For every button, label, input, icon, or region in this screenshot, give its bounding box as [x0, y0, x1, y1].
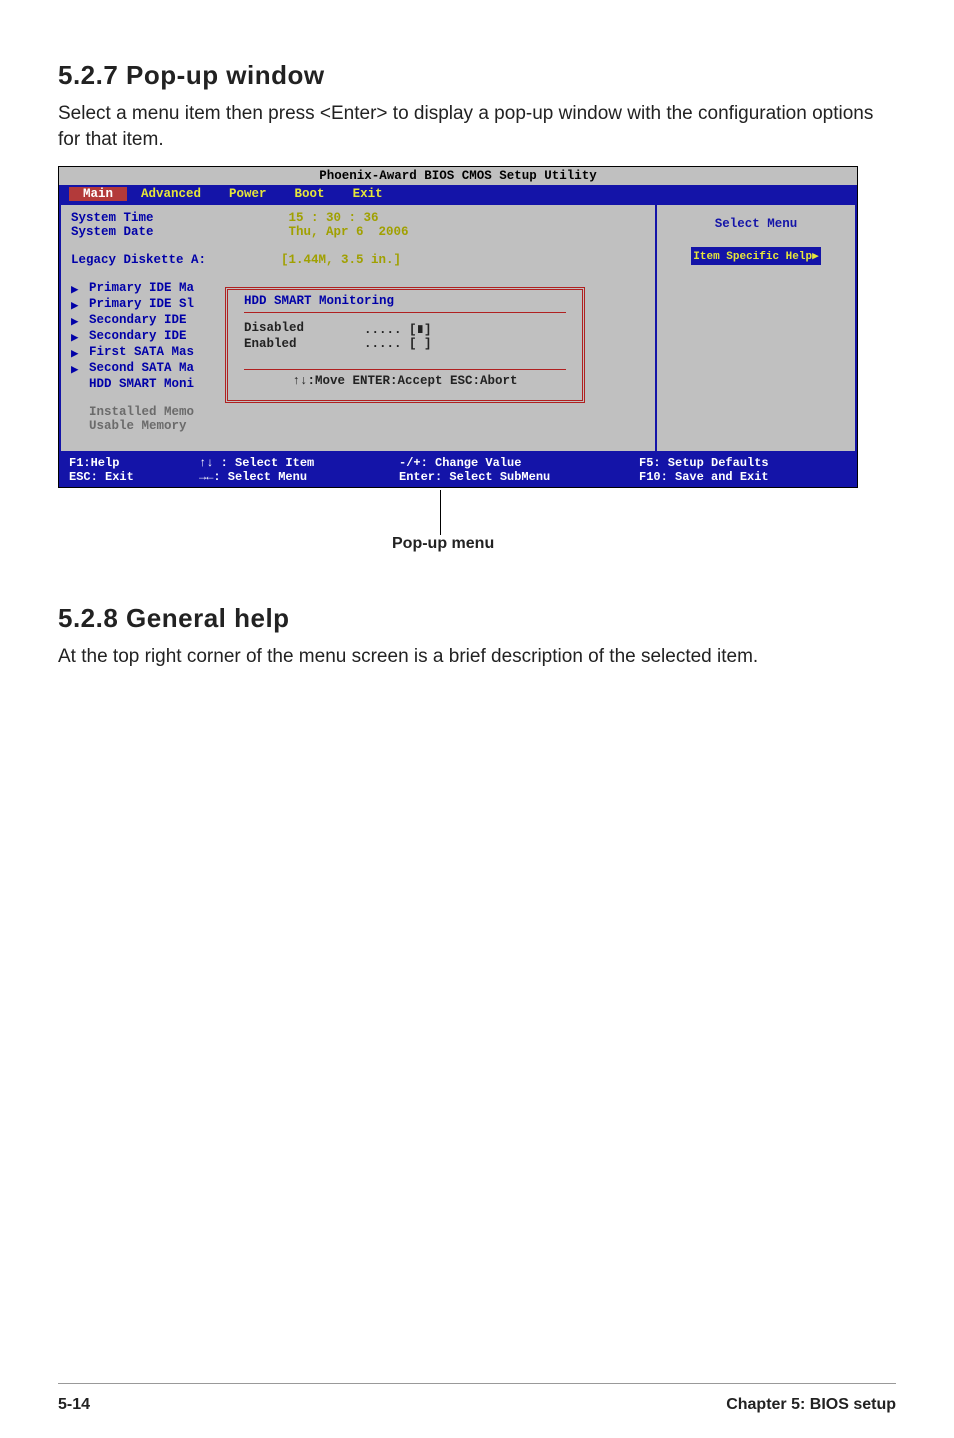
list-item: Installed Memo: [89, 405, 194, 419]
section-527-para: Select a menu item then press <Enter> to…: [58, 101, 896, 152]
arrow-icon: ▶: [71, 361, 83, 377]
sysdate-value: Thu, Apr 6 2006: [281, 225, 409, 239]
popup-footer: ↑↓:Move ENTER:Accept ESC:Abort: [244, 369, 566, 388]
foot-save-exit: F10: Save and Exit: [639, 470, 847, 484]
arrow-icon: ▶: [71, 329, 83, 345]
callout-label: Pop-up menu: [392, 535, 494, 553]
popup-opt-enabled-mark: ..... [ ]: [364, 337, 432, 351]
list-item: Secondary IDE: [89, 329, 187, 345]
section-528-heading: 5.2.8 General help: [58, 603, 896, 634]
sysdate-label: System Date: [71, 225, 281, 239]
list-item: Second SATA Ma: [89, 361, 194, 377]
popup-title: HDD SMART Monitoring: [244, 294, 566, 308]
list-item: Primary IDE Sl: [89, 297, 194, 313]
popup-opt-disabled: Disabled: [244, 321, 364, 337]
item-help-tip: Item Specific Help▶: [691, 247, 820, 265]
menu-main: Main: [69, 187, 127, 201]
arrow-icon: [71, 377, 83, 391]
bios-popup: HDD SMART Monitoring Disabled..... [∎] E…: [225, 287, 585, 403]
foot-select-submenu: Enter: Select SubMenu: [399, 470, 639, 484]
foot-select-menu: →←: Select Menu: [199, 470, 399, 484]
systime-value: 15 : 30 : 36: [281, 211, 379, 225]
popup-opt-disabled-mark: ..... [∎]: [364, 321, 432, 337]
list-item: First SATA Mas: [89, 345, 194, 361]
bios-screenshot: Phoenix-Award BIOS CMOS Setup Utility Ma…: [58, 166, 858, 488]
section-527-heading: 5.2.7 Pop-up window: [58, 60, 896, 91]
page-number: 5-14: [58, 1396, 90, 1414]
foot-help: F1:Help: [69, 456, 199, 470]
arrow-icon: ▶: [71, 297, 83, 313]
bios-body: System Time 15 : 30 : 36 System Date Thu…: [59, 203, 857, 453]
bios-footer: F1:Help ↑↓ : Select Item -/+: Change Val…: [59, 453, 857, 487]
foot-setup-defaults: F5: Setup Defaults: [639, 456, 847, 470]
bios-right-pane: Select Menu Item Specific Help▶: [655, 205, 855, 451]
legacy-value: [1.44M, 3.5 in.]: [281, 253, 401, 267]
arrow-icon: ▶: [71, 281, 83, 297]
bios-menubar: Main Advanced Power Boot Exit: [59, 185, 857, 203]
legacy-label: Legacy Diskette A:: [71, 253, 281, 267]
foot-select-item: ↑↓ : Select Item: [199, 456, 399, 470]
menu-boot: Boot: [281, 187, 339, 201]
arrow-icon: ▶: [71, 345, 83, 361]
section-528-para: At the top right corner of the menu scre…: [58, 644, 896, 670]
list-item: Secondary IDE: [89, 313, 187, 329]
list-item: HDD SMART Moni: [89, 377, 194, 391]
chapter-label: Chapter 5: BIOS setup: [726, 1396, 896, 1414]
select-menu-label: Select Menu: [665, 211, 847, 237]
list-item: Usable Memory: [89, 419, 187, 433]
page-footer: 5-14 Chapter 5: BIOS setup: [58, 1396, 896, 1414]
foot-exit: ESC: Exit: [69, 470, 199, 484]
menu-exit: Exit: [339, 187, 397, 201]
footer-rule: [58, 1383, 896, 1384]
foot-change-value: -/+: Change Value: [399, 456, 639, 470]
arrow-icon: ▶: [71, 313, 83, 329]
bios-left-pane: System Time 15 : 30 : 36 System Date Thu…: [61, 205, 655, 451]
menu-power: Power: [215, 187, 281, 201]
callout-line: [440, 490, 441, 535]
systime-label: System Time: [71, 211, 281, 225]
menu-advanced: Advanced: [127, 187, 215, 201]
list-item: Primary IDE Ma: [89, 281, 194, 297]
bios-title: Phoenix-Award BIOS CMOS Setup Utility: [59, 167, 857, 185]
popup-opt-enabled: Enabled: [244, 337, 364, 351]
